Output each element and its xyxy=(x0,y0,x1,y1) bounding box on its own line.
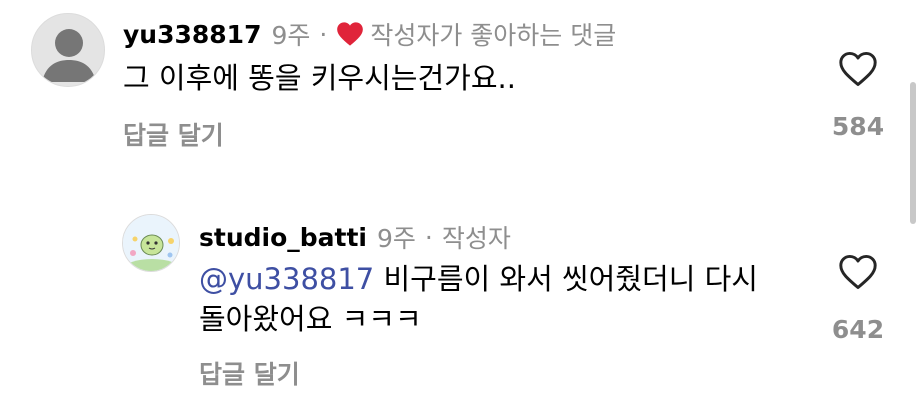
reply-text-line2: 돌아왔어요 ㅋㅋㅋ xyxy=(199,302,422,336)
heart-outline-icon[interactable] xyxy=(836,49,880,89)
like-count: 642 xyxy=(831,315,885,344)
comment-time: 9주 xyxy=(271,21,311,50)
meta-separator: · xyxy=(424,222,433,252)
reply-username[interactable]: studio_batti xyxy=(199,223,367,252)
reply-text-line1: 비구름이 와서 씻어줬더니 다시 xyxy=(374,262,758,296)
profile-avatar[interactable] xyxy=(122,214,180,272)
author-badge: 작성자 xyxy=(441,224,511,253)
scrollbar[interactable] xyxy=(910,82,916,224)
comment-meta: yu338817 9주 · 작성자가 좋아하는 댓글 xyxy=(123,16,616,52)
reply-button[interactable]: 답글 달기 xyxy=(199,355,300,391)
reply-time: 9주 xyxy=(377,224,416,253)
comment-username[interactable]: yu338817 xyxy=(123,20,261,49)
heart-filled-icon xyxy=(336,21,364,47)
comment-text: 그 이후에 똥을 키우시는건가요.. xyxy=(123,61,516,95)
meta-separator: · xyxy=(319,19,328,49)
like-count: 584 xyxy=(831,112,885,141)
heart-outline-icon[interactable] xyxy=(836,252,880,292)
default-avatar-icon[interactable] xyxy=(31,13,105,87)
reply-button[interactable]: 답글 달기 xyxy=(123,116,224,152)
reply-text: @yu338817 비구름이 와서 씻어줬더니 다시 돌아왔어요 ㅋㅋㅋ xyxy=(199,259,758,339)
creator-liked-label: 작성자가 좋아하는 댓글 xyxy=(370,21,617,50)
mention-link[interactable]: @yu338817 xyxy=(199,262,374,296)
reply-meta: studio_batti 9주 · 작성자 xyxy=(199,219,511,255)
